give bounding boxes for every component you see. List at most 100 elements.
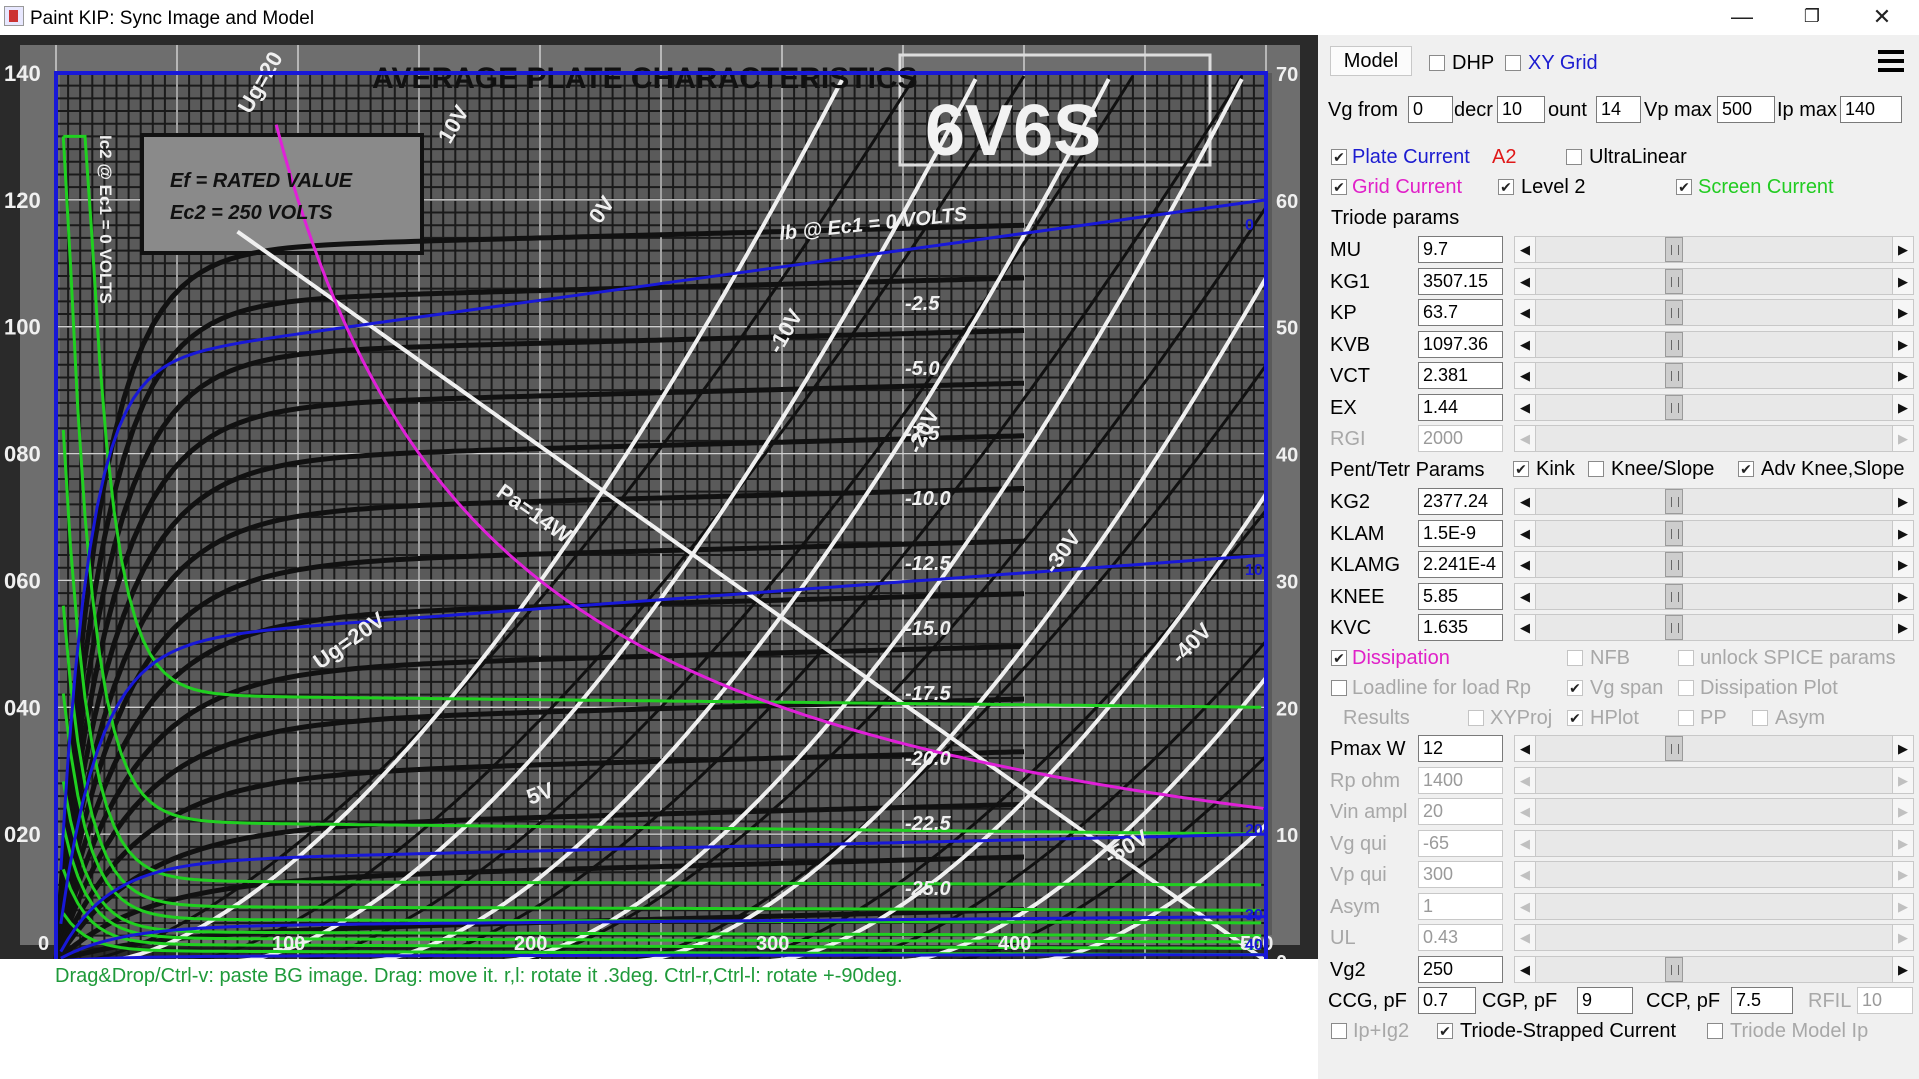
param-slider-ex[interactable]: ◀ ▶ (1514, 393, 1914, 421)
rfil-field[interactable]: 10 (1857, 987, 1913, 1014)
ip-ig2-checkbox[interactable] (1331, 1023, 1347, 1039)
slider-right-arrow-icon[interactable]: ▶ (1892, 489, 1913, 514)
hamburger-menu-icon[interactable] (1878, 50, 1904, 72)
slider-left-arrow-icon[interactable]: ◀ (1515, 615, 1536, 640)
slider-thumb[interactable] (1665, 615, 1683, 640)
slider-left-arrow-icon[interactable]: ◀ (1515, 363, 1536, 388)
vg-from-field[interactable]: 0 (1408, 96, 1453, 123)
param-field-kp[interactable]: 63.7 (1418, 299, 1503, 326)
asym-checkbox[interactable] (1752, 710, 1768, 726)
slider-right-arrow-icon[interactable]: ▶ (1892, 520, 1913, 546)
param-slider-vg2[interactable]: ◀ ▶ (1514, 955, 1914, 983)
param-slider-ul[interactable]: ◀ ▶ (1514, 924, 1914, 951)
param-slider-asym[interactable]: ◀ ▶ (1514, 892, 1914, 920)
screen-current-checkbox[interactable]: ✔ (1676, 179, 1692, 195)
slider-thumb[interactable] (1665, 520, 1683, 546)
dissipation-plot-checkbox[interactable] (1678, 680, 1694, 696)
param-slider-kvb[interactable]: ◀ ▶ (1514, 330, 1914, 358)
slider-thumb[interactable] (1665, 268, 1683, 294)
pp-checkbox[interactable] (1678, 710, 1694, 726)
slider-thumb[interactable] (1665, 300, 1683, 325)
param-field-klamg[interactable]: 2.241E-4 (1418, 551, 1503, 578)
slider-left-arrow-icon[interactable]: ◀ (1515, 583, 1536, 609)
slider-left-arrow-icon[interactable]: ◀ (1515, 830, 1536, 856)
param-slider-knee[interactable]: ◀ ▶ (1514, 582, 1914, 610)
slider-thumb[interactable] (1665, 489, 1683, 514)
slider-left-arrow-icon[interactable]: ◀ (1515, 552, 1536, 577)
param-field-vg2[interactable]: 250 (1418, 955, 1503, 983)
param-slider-rgi[interactable]: ◀ ▶ (1514, 425, 1914, 452)
decr-field[interactable]: 10 (1497, 96, 1545, 123)
characteristics-plot[interactable]: AVERAGE PLATE CHARACTERISTICS6V6S Ef = RA… (0, 35, 1318, 974)
model-button[interactable]: Model (1330, 46, 1412, 76)
level2-checkbox[interactable]: ✔ (1498, 179, 1514, 195)
slider-right-arrow-icon[interactable]: ▶ (1892, 893, 1913, 919)
slider-right-arrow-icon[interactable]: ▶ (1892, 426, 1913, 451)
param-field-vct[interactable]: 2.381 (1418, 362, 1503, 389)
slider-left-arrow-icon[interactable]: ◀ (1515, 520, 1536, 546)
slider-right-arrow-icon[interactable]: ▶ (1892, 736, 1913, 761)
xy-grid-checkbox[interactable] (1505, 55, 1521, 71)
slider-thumb[interactable] (1665, 394, 1683, 420)
kink-checkbox[interactable]: ✔ (1513, 461, 1529, 477)
slider-left-arrow-icon[interactable]: ◀ (1515, 799, 1536, 824)
slider-right-arrow-icon[interactable]: ▶ (1892, 300, 1913, 325)
slider-left-arrow-icon[interactable]: ◀ (1515, 237, 1536, 262)
vp-max-field[interactable]: 500 (1717, 96, 1775, 123)
xyproj-checkbox[interactable] (1468, 710, 1484, 726)
param-field-asym[interactable]: 1 (1418, 892, 1503, 920)
param-field-vin-ampl[interactable]: 20 (1418, 798, 1503, 825)
param-slider-kg2[interactable]: ◀ ▶ (1514, 488, 1914, 515)
ip-max-field[interactable]: 140 (1840, 96, 1902, 123)
slider-right-arrow-icon[interactable]: ▶ (1892, 956, 1913, 982)
slider-left-arrow-icon[interactable]: ◀ (1515, 331, 1536, 357)
param-slider-mu[interactable]: ◀ ▶ (1514, 236, 1914, 263)
param-field-ex[interactable]: 1.44 (1418, 393, 1503, 421)
param-field-knee[interactable]: 5.85 (1418, 582, 1503, 610)
slider-left-arrow-icon[interactable]: ◀ (1515, 736, 1536, 761)
plate-current-checkbox[interactable]: ✔ (1331, 149, 1347, 165)
slider-right-arrow-icon[interactable]: ▶ (1892, 268, 1913, 294)
param-field-kg2[interactable]: 2377.24 (1418, 488, 1503, 515)
cgp-field[interactable]: 9 (1577, 987, 1633, 1014)
count-field[interactable]: 14 (1596, 96, 1641, 123)
param-field-pmax-w[interactable]: 12 (1418, 735, 1503, 762)
param-field-mu[interactable]: 9.7 (1418, 236, 1503, 263)
ccg-field[interactable]: 0.7 (1418, 987, 1476, 1014)
ultralinear-checkbox[interactable] (1566, 149, 1582, 165)
slider-left-arrow-icon[interactable]: ◀ (1515, 767, 1536, 793)
dissipation-checkbox[interactable]: ✔ (1331, 650, 1347, 666)
param-field-vg-qui[interactable]: -65 (1418, 829, 1503, 857)
plot-canvas[interactable]: AVERAGE PLATE CHARACTERISTICS 6V6S Ef = RA… (0, 35, 1318, 974)
hplot-checkbox[interactable]: ✔ (1567, 710, 1583, 726)
slider-thumb[interactable] (1665, 552, 1683, 577)
slider-right-arrow-icon[interactable]: ▶ (1892, 862, 1913, 887)
param-field-rp-ohm[interactable]: 1400 (1418, 766, 1503, 794)
slider-left-arrow-icon[interactable]: ◀ (1515, 268, 1536, 294)
param-slider-vct[interactable]: ◀ ▶ (1514, 362, 1914, 389)
slider-left-arrow-icon[interactable]: ◀ (1515, 489, 1536, 514)
slider-left-arrow-icon[interactable]: ◀ (1515, 426, 1536, 451)
dhp-checkbox[interactable] (1429, 55, 1445, 71)
restore-icon[interactable]: ❐ (1782, 0, 1842, 33)
slider-right-arrow-icon[interactable]: ▶ (1892, 331, 1913, 357)
slider-left-arrow-icon[interactable]: ◀ (1515, 862, 1536, 887)
slider-left-arrow-icon[interactable]: ◀ (1515, 925, 1536, 950)
param-field-kvc[interactable]: 1.635 (1418, 614, 1503, 641)
slider-left-arrow-icon[interactable]: ◀ (1515, 394, 1536, 420)
triode-model-ip-checkbox[interactable] (1707, 1023, 1723, 1039)
param-slider-pmax-w[interactable]: ◀ ▶ (1514, 735, 1914, 762)
slider-right-arrow-icon[interactable]: ▶ (1892, 237, 1913, 262)
slider-right-arrow-icon[interactable]: ▶ (1892, 552, 1913, 577)
slider-right-arrow-icon[interactable]: ▶ (1892, 767, 1913, 793)
param-field-vp-qui[interactable]: 300 (1418, 861, 1503, 888)
slider-thumb[interactable] (1665, 956, 1683, 982)
slider-thumb[interactable] (1665, 237, 1683, 262)
slider-thumb[interactable] (1665, 363, 1683, 388)
slider-thumb[interactable] (1665, 736, 1683, 761)
param-slider-klamg[interactable]: ◀ ▶ (1514, 551, 1914, 578)
ccp-field[interactable]: 7.5 (1731, 987, 1793, 1014)
triode-strapped-checkbox[interactable]: ✔ (1437, 1023, 1453, 1039)
param-slider-kp[interactable]: ◀ ▶ (1514, 299, 1914, 326)
slider-right-arrow-icon[interactable]: ▶ (1892, 925, 1913, 950)
